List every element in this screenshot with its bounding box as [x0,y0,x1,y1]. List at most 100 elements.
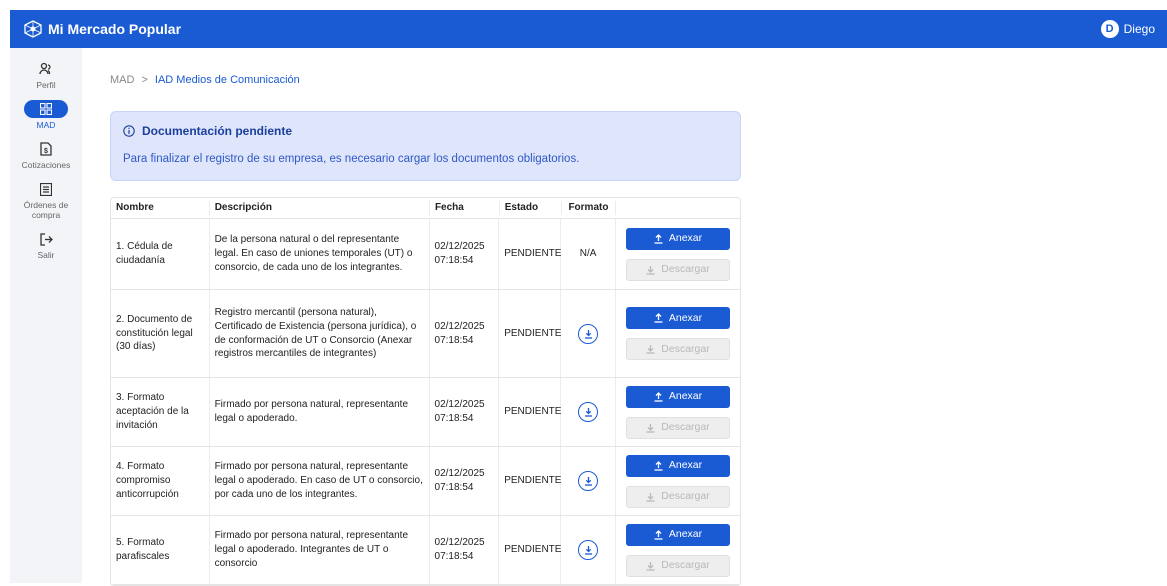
col-formato: Formato [562,201,617,215]
info-icon [123,125,135,137]
user-menu[interactable]: D Diego [1100,20,1155,38]
cell-fecha: 02/12/2025 07:18:54 [430,290,500,377]
upload-icon [654,391,663,402]
cell-estado: PENDIENTE [499,378,561,446]
descargar-button: Descargar [626,485,730,508]
document-icon: $ [34,140,58,158]
table-row: 3. Formato aceptación de la invitación F… [111,378,740,447]
table-row: 1. Cédula de ciudadanía De la persona na… [111,219,740,290]
grid-icon [24,100,68,118]
logout-icon [34,230,58,248]
cell-descripcion: Registro mercantil (persona natural), Ce… [210,290,430,377]
cell-fecha: 02/12/2025 07:18:54 [430,219,500,289]
top-bar: Mi Mercado Popular D Diego [10,10,1167,48]
format-download-icon[interactable] [578,540,599,560]
format-download-icon[interactable] [578,471,599,491]
cell-estado: PENDIENTE [499,219,561,289]
upload-icon [654,460,663,471]
documents-table: Nombre Descripción Fecha Estado Formato … [110,197,741,586]
anexar-button[interactable]: Anexar [626,454,730,477]
pending-docs-alert: Documentación pendiente Para finalizar e… [110,111,741,181]
descargar-label: Descargar [661,559,710,572]
table-row: 4. Formato compromiso anticorrupción Fir… [111,447,740,516]
sidebar-item-label: Cotizaciones [21,160,71,170]
upload-icon [654,233,663,244]
download-icon [646,561,655,571]
cell-nombre: 1. Cédula de ciudadanía [111,219,210,289]
logo-icon [24,20,42,38]
table-row: 5. Formato parafiscales Firmado por pers… [111,516,740,585]
cell-formato [561,447,616,515]
user-name: Diego [1123,22,1155,36]
upload-icon [654,529,663,540]
cell-nombre: 3. Formato aceptación de la invitación [111,378,210,446]
sidebar-item-label: Salir [37,250,55,260]
cell-fecha: 02/12/2025 07:18:54 [430,378,500,446]
breadcrumb: MAD > IAD Medios de Comunicación [110,74,300,86]
cell-estado: PENDIENTE [499,447,561,515]
profile-icon [34,60,58,78]
cell-nombre: 2. Documento de constitución legal (30 d… [111,290,210,377]
breadcrumb-separator: > [141,74,148,86]
anexar-button[interactable]: Anexar [626,227,730,250]
cell-acciones: Anexar Descargar [616,378,740,446]
format-download-icon[interactable] [578,323,599,344]
sidebar-item-label: Perfil [36,80,56,90]
cell-estado: PENDIENTE [499,516,561,584]
descargar-label: Descargar [661,263,710,276]
col-estado: Estado [500,201,562,215]
sidebar-item-label: MAD [36,120,56,130]
anexar-button[interactable]: Anexar [626,385,730,408]
alert-text: Para finalizar el registro de su empresa… [123,153,580,165]
download-icon [646,492,655,502]
download-icon [646,345,655,354]
main-content: MAD > IAD Medios de Comunicación Documenta… [82,48,1167,586]
cell-formato [561,378,616,446]
download-icon [646,423,655,433]
sidebar: Perfil MAD $ Cotizaciones Órdenes de com… [10,48,82,583]
descargar-label: Descargar [661,490,710,503]
descargar-label: Descargar [661,342,710,355]
upload-icon [654,313,663,323]
col-nombre: Nombre [111,201,210,215]
brand[interactable]: Mi Mercado Popular [24,20,181,38]
descargar-label: Descargar [661,421,710,434]
sidebar-item-cotizaciones[interactable]: $ Cotizaciones [10,140,82,170]
anexar-button[interactable]: Anexar [626,523,730,546]
anexar-label: Anexar [668,459,703,472]
anexar-label: Anexar [668,311,703,324]
cell-nombre: 4. Formato compromiso anticorrupción [111,447,210,515]
cell-estado: PENDIENTE [499,290,561,377]
avatar: D [1100,20,1119,38]
breadcrumb-current: IAD Medios de Comunicación [154,74,300,86]
cell-fecha: 02/12/2025 07:18:54 [430,447,500,515]
cell-descripcion: Firmado por persona natural, representan… [210,378,430,446]
descargar-button: Descargar [626,258,730,281]
app-title: Mi Mercado Popular [48,21,182,37]
cell-descripcion: De la persona natural o del representant… [210,219,430,289]
cell-descripcion: Firmado por persona natural, representan… [210,447,430,515]
sidebar-item-mad[interactable]: MAD [10,100,82,130]
cell-acciones: Anexar Descargar [616,447,740,515]
col-descripcion: Descripción [210,201,430,215]
svg-text:$: $ [44,148,48,155]
anexar-label: Anexar [668,390,703,403]
cell-formato [561,290,616,377]
breadcrumb-root[interactable]: MAD [110,74,134,86]
cell-nombre: 5. Formato parafiscales [111,516,210,584]
sidebar-item-perfil[interactable]: Perfil [10,60,82,90]
cell-acciones: Anexar Descargar [616,516,740,584]
download-icon [646,265,655,275]
cell-fecha: 02/12/2025 07:18:54 [430,516,500,584]
table-header: Nombre Descripción Fecha Estado Formato [111,198,740,219]
anexar-label: Anexar [668,528,703,541]
format-download-icon[interactable] [578,402,599,422]
anexar-button[interactable]: Anexar [626,307,730,329]
cell-acciones: Anexar Descargar [616,290,740,377]
sidebar-item-salir[interactable]: Salir [10,230,82,260]
sidebar-item-ordenes[interactable]: Órdenes de compra [10,180,82,220]
table-row: 2. Documento de constitución legal (30 d… [111,290,740,378]
anexar-label: Anexar [668,232,703,245]
cell-formato: N/A [561,219,616,289]
descargar-button: Descargar [626,338,730,360]
